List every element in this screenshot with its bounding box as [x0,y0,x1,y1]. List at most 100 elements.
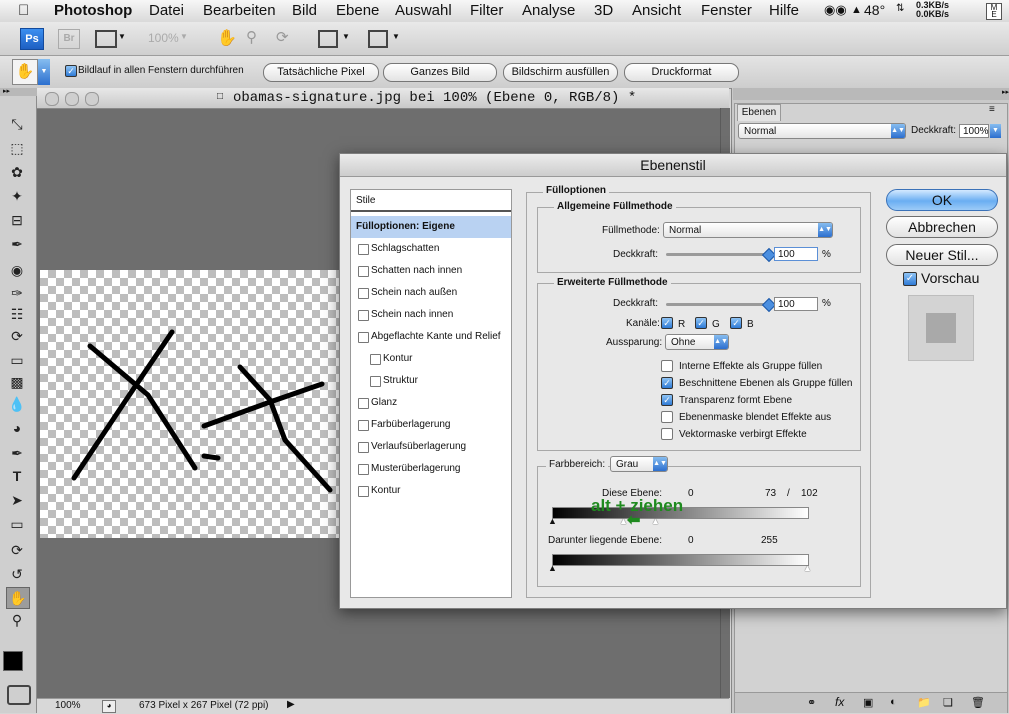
style-drop-shadow[interactable]: Schlagschatten [351,238,511,260]
opacity-dropdown-icon[interactable]: ▼ [990,124,1001,138]
lasso-tool-icon[interactable]: ✿ [6,162,28,182]
document-canvas[interactable] [40,270,340,538]
gradient-tool-icon[interactable]: ▩ [6,372,28,392]
option-checkbox-1[interactable] [661,360,673,372]
style-checkbox[interactable] [358,464,369,475]
hand-tool-icon[interactable]: ✋ [6,587,30,609]
fill-method-select[interactable]: Normal ▲▼ [663,222,833,238]
tool-preset-dropdown[interactable]: ▼ [38,59,50,85]
style-stroke[interactable]: Kontur [351,480,511,502]
close-window-button[interactable] [45,92,59,106]
style-satin[interactable]: Glanz [351,392,511,414]
path-selection-tool-icon[interactable]: ➤ [6,490,28,510]
style-checkbox[interactable] [358,332,369,343]
blend-if-select[interactable]: Grau ▲▼ [610,456,668,472]
this-layer-split-slider-right-icon[interactable]: ▲ [651,516,660,526]
screen-mode-icon[interactable] [95,30,117,48]
screen-mode-icon[interactable] [368,30,388,48]
layer-opacity-field[interactable]: 100% [959,124,989,138]
layer-blend-mode-select[interactable]: Normal ▲▼ [738,123,906,139]
tools-collapse-icon[interactable]: ▸▸ [0,88,39,96]
knockout-select[interactable]: Ohne ▲▼ [665,334,729,350]
cancel-button[interactable]: Abbrechen [886,216,998,238]
eraser-tool-icon[interactable]: ▭ [6,350,28,370]
channel-g-checkbox[interactable]: ✓ [695,317,707,329]
history-brush-tool-icon[interactable]: ⟳ [6,326,28,346]
underlying-black-slider-icon[interactable]: ▲ [548,563,557,573]
option-checkbox-4[interactable] [661,411,673,423]
styles-header[interactable]: Stile [351,190,511,212]
fill-opacity-field[interactable]: 100 [774,297,818,311]
zoom-window-button[interactable] [85,92,99,106]
brush-tool-icon[interactable]: ✑ [6,283,28,303]
binoculars-icon[interactable]: ◉◉ [824,2,847,18]
minimize-window-button[interactable] [65,92,79,106]
style-outer-glow[interactable]: Schein nach außen [351,282,511,304]
fill-screen-button[interactable]: Bildschirm ausfüllen [503,63,618,82]
menu-datei[interactable]: Datei [149,2,184,19]
style-inner-shadow[interactable]: Schatten nach innen [351,260,511,282]
pen-tool-icon[interactable]: ✒ [6,443,28,463]
fit-screen-button[interactable]: Ganzes Bild [383,63,497,82]
healing-brush-tool-icon[interactable]: ◉ [6,260,28,280]
menu-3d[interactable]: 3D [594,2,613,19]
shape-tool-icon[interactable]: ▭ [6,514,28,534]
3d-rotate-tool-icon[interactable]: ⟳ [6,540,28,560]
ps-logo[interactable]: Ps [20,28,44,50]
new-layer-icon[interactable]: ❏ [943,696,953,709]
apple-icon[interactable]:  [18,2,29,19]
type-tool-icon[interactable]: T [6,466,28,486]
style-checkbox[interactable] [358,486,369,497]
clone-stamp-tool-icon[interactable]: ☷ [6,304,28,324]
print-size-button[interactable]: Druckformat [624,63,739,82]
status-zoom[interactable]: 100% [55,700,81,711]
arrange-documents-icon[interactable] [318,30,338,48]
bridge-button[interactable]: Br [58,29,80,49]
style-inner-glow[interactable]: Schein nach innen [351,304,511,326]
move-tool-icon[interactable]: ⤡ [6,114,28,134]
style-checkbox[interactable] [358,288,369,299]
channel-b-checkbox[interactable]: ✓ [730,317,742,329]
option-checkbox-5[interactable] [661,428,673,440]
blur-tool-icon[interactable]: 💧 [6,394,28,414]
panel-menu-icon[interactable]: ≡ [989,104,995,115]
style-checkbox[interactable] [358,420,369,431]
style-checkbox[interactable] [358,266,369,277]
crop-tool-icon[interactable]: ⊟ [6,210,28,230]
menu-bearbeiten[interactable]: Bearbeiten [203,2,276,19]
underlying-white-slider-icon[interactable]: ▲ [803,563,812,573]
zoom-level[interactable]: 100% [148,31,179,45]
menu-extra-icon[interactable]: ME [986,3,1002,20]
preview-checkbox[interactable]: ✓ [903,272,917,286]
new-style-button[interactable]: Neuer Stil... [886,244,998,266]
magic-wand-tool-icon[interactable]: ✦ [6,186,28,206]
channel-r-checkbox[interactable]: ✓ [661,317,673,329]
status-info-icon[interactable]: ◕ [102,700,116,713]
menu-auswahl[interactable]: Auswahl [395,2,452,19]
arrange-dropdown-icon[interactable]: ▼ [342,32,350,41]
quick-mask-icon[interactable] [7,685,31,705]
zoom-dropdown-icon[interactable]: ▼ [180,32,188,41]
screen-mode-dropdown-icon[interactable]: ▼ [392,32,400,41]
style-bevel-emboss[interactable]: Abgeflachte Kante und Relief [351,326,511,348]
menu-analyse[interactable]: Analyse [522,2,575,19]
marquee-tool-icon[interactable]: ⬚ [6,138,28,158]
style-blending-options[interactable]: Fülloptionen: Eigene [351,216,511,238]
fx-icon[interactable]: fx [835,695,844,709]
zoom-icon[interactable]: ⚲ [246,28,257,46]
eyedropper-tool-icon[interactable]: ✒ [6,234,28,254]
status-menu-arrow-icon[interactable]: ▶ [287,699,295,710]
menu-hilfe[interactable]: Hilfe [769,2,799,19]
add-mask-icon[interactable]: ▣ [863,696,873,709]
style-checkbox[interactable] [358,244,369,255]
style-color-overlay[interactable]: Farbüberlagerung [351,414,511,436]
style-texture[interactable]: Struktur [351,370,511,392]
style-contour[interactable]: Kontur [351,348,511,370]
menu-bild[interactable]: Bild [292,2,317,19]
menu-ansicht[interactable]: Ansicht [632,2,681,19]
option-checkbox-3[interactable]: ✓ [661,394,673,406]
ok-button[interactable]: OK [886,189,998,211]
style-checkbox[interactable] [370,376,381,387]
style-gradient-overlay[interactable]: Verlaufsüberlagerung [351,436,511,458]
menu-fenster[interactable]: Fenster [701,2,752,19]
